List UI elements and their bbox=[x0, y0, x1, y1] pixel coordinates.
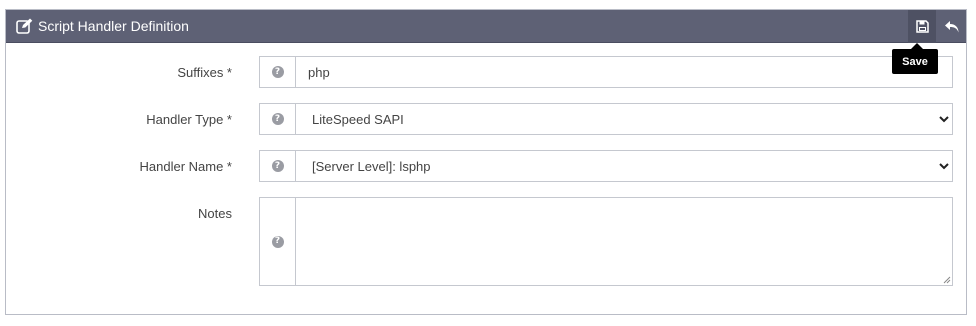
chevron-down-icon bbox=[939, 116, 949, 123]
notes-label: Notes bbox=[198, 206, 232, 221]
edit-icon bbox=[16, 18, 33, 34]
panel-title: Script Handler Definition bbox=[38, 18, 189, 34]
handler-name-label: Handler Name * bbox=[139, 159, 233, 174]
chevron-down-icon bbox=[939, 163, 949, 170]
notes-help[interactable]: ? bbox=[260, 198, 296, 285]
save-icon bbox=[915, 20, 929, 33]
handler-name-value: [Server Level]: lsphp bbox=[312, 158, 431, 174]
help-icon: ? bbox=[271, 113, 284, 125]
suffixes-help[interactable]: ? bbox=[260, 57, 296, 87]
handler-name-select[interactable]: ? [Server Level]: lsphp bbox=[259, 150, 953, 182]
suffixes-field[interactable]: ? php bbox=[259, 56, 953, 88]
suffixes-label: Suffixes * bbox=[177, 65, 232, 80]
script-handler-panel: Script Handler Definition Suffixes * ? p… bbox=[5, 9, 967, 315]
handler-type-label: Handler Type * bbox=[146, 112, 232, 127]
save-button[interactable] bbox=[908, 10, 936, 43]
handler-type-select[interactable]: ? LiteSpeed SAPI bbox=[259, 103, 953, 135]
handler-type-help[interactable]: ? bbox=[260, 104, 296, 134]
undo-icon bbox=[945, 20, 959, 32]
help-icon: ? bbox=[271, 160, 284, 172]
suffixes-input[interactable]: php bbox=[308, 57, 330, 87]
help-icon: ? bbox=[271, 235, 284, 248]
handler-type-value: LiteSpeed SAPI bbox=[312, 111, 404, 127]
panel-header: Script Handler Definition bbox=[6, 10, 966, 43]
resize-handle-icon[interactable] bbox=[943, 276, 951, 284]
notes-field[interactable]: ? bbox=[259, 197, 953, 286]
save-tooltip: Save bbox=[892, 49, 938, 74]
handler-name-help[interactable]: ? bbox=[260, 151, 296, 181]
help-icon: ? bbox=[271, 66, 284, 78]
back-button[interactable] bbox=[938, 10, 966, 43]
